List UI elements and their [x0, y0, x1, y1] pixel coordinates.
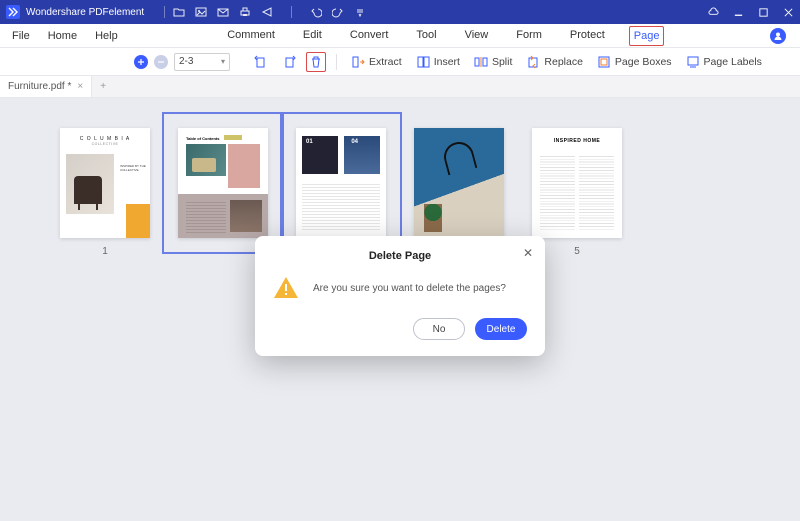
pageboxes-button[interactable]: Page Boxes [593, 53, 676, 71]
menu-file[interactable]: File [12, 30, 30, 42]
dialog-close-icon[interactable]: ✕ [523, 246, 533, 260]
extract-button[interactable]: Extract [347, 53, 406, 71]
split-icon [474, 55, 488, 69]
rotate-right-icon [282, 55, 296, 69]
print-icon[interactable] [239, 6, 251, 18]
zoom-in-button[interactable] [134, 55, 148, 69]
insert-button[interactable]: Insert [412, 53, 464, 71]
app-logo-icon [6, 5, 20, 19]
menubar: File Home Help Comment Edit Convert Tool… [0, 24, 800, 48]
delete-page-dialog: Delete Page ✕ Are you sure you want to d… [255, 236, 545, 356]
separator [164, 6, 165, 18]
split-button[interactable]: Split [470, 53, 516, 71]
document-tabs: Furniture.pdf * × + [0, 76, 800, 98]
dialog-delete-button[interactable]: Delete [475, 318, 527, 340]
menu-protect[interactable]: Protect [566, 26, 609, 46]
pagelabels-icon [686, 55, 700, 69]
menu-view[interactable]: View [461, 26, 493, 46]
pageboxes-label: Page Boxes [615, 56, 672, 68]
menu-help[interactable]: Help [95, 30, 118, 42]
trash-icon [309, 55, 323, 69]
user-avatar-icon[interactable] [770, 28, 786, 44]
dropdown-icon[interactable] [354, 6, 366, 18]
no-label: No [433, 324, 446, 335]
titlebar: Wondershare PDFelement [0, 0, 800, 24]
extract-label: Extract [369, 56, 402, 68]
menu-page[interactable]: Page [629, 26, 665, 46]
menu-form[interactable]: Form [512, 26, 546, 46]
dialog-title: Delete Page [273, 250, 527, 262]
open-icon[interactable] [173, 6, 185, 18]
rotate-left-button[interactable] [250, 53, 272, 71]
quick-access-toolbar [173, 6, 366, 18]
replace-label: Replace [544, 56, 583, 68]
pagelabels-button[interactable]: Page Labels [682, 53, 766, 71]
replace-icon [526, 55, 540, 69]
undo-icon[interactable] [310, 6, 322, 18]
share-icon[interactable] [261, 6, 273, 18]
page-toolbar: 2-3 Extract Insert Split Replace Page Bo… [0, 48, 800, 76]
redo-icon[interactable] [332, 6, 344, 18]
zoom-out-button[interactable] [154, 55, 168, 69]
image-icon[interactable] [195, 6, 207, 18]
dialog-backdrop: Delete Page ✕ Are you sure you want to d… [0, 98, 800, 521]
insert-icon [416, 55, 430, 69]
menu-convert[interactable]: Convert [346, 26, 393, 46]
new-tab-button[interactable]: + [92, 81, 114, 92]
tab-label: Furniture.pdf * [8, 81, 71, 92]
warning-icon [273, 276, 299, 300]
minimize-icon[interactable] [733, 7, 744, 18]
replace-button[interactable]: Replace [522, 53, 587, 71]
page-canvas: C O L U M B I A COLLECTIVE INSPIRED BY T… [0, 98, 800, 521]
window-controls [708, 7, 794, 18]
rotate-left-icon [254, 55, 268, 69]
dialog-text: Are you sure you want to delete the page… [313, 283, 506, 294]
insert-label: Insert [434, 56, 460, 68]
pageboxes-icon [597, 55, 611, 69]
tab-furniture[interactable]: Furniture.pdf * × [0, 76, 92, 97]
menu-comment[interactable]: Comment [223, 26, 279, 46]
page-range-value: 2-3 [179, 56, 193, 67]
delete-page-button[interactable] [306, 52, 326, 72]
separator [336, 54, 337, 70]
menu-edit[interactable]: Edit [299, 26, 326, 46]
delete-label: Delete [487, 324, 516, 335]
maximize-icon[interactable] [758, 7, 769, 18]
mail-icon[interactable] [217, 6, 229, 18]
page-range-input[interactable]: 2-3 [174, 53, 230, 71]
menu-tool[interactable]: Tool [412, 26, 440, 46]
pagelabels-label: Page Labels [704, 56, 762, 68]
tab-close-icon[interactable]: × [77, 81, 83, 92]
dialog-no-button[interactable]: No [413, 318, 465, 340]
separator [291, 6, 292, 18]
cloud-icon[interactable] [708, 7, 719, 18]
menu-home[interactable]: Home [48, 30, 77, 42]
split-label: Split [492, 56, 512, 68]
rotate-right-button[interactable] [278, 53, 300, 71]
close-icon[interactable] [783, 7, 794, 18]
app-name: Wondershare PDFelement [26, 7, 144, 18]
extract-icon [351, 55, 365, 69]
